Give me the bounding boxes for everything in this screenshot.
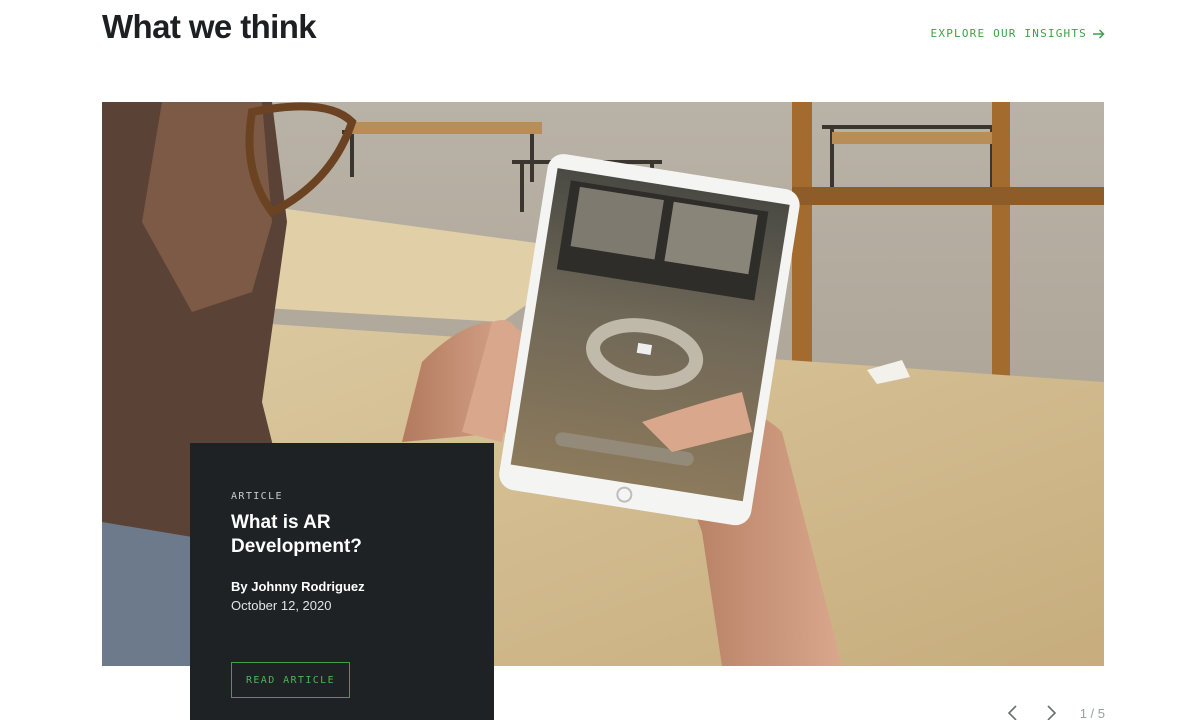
next-slide-button[interactable] bbox=[1032, 702, 1070, 720]
chevron-left-icon bbox=[1007, 705, 1017, 720]
explore-insights-link[interactable]: EXPLORE OUR INSIGHTS bbox=[931, 27, 1105, 40]
explore-insights-label: EXPLORE OUR INSIGHTS bbox=[930, 27, 1087, 40]
article-type-label: ARTICLE bbox=[231, 491, 283, 502]
featured-article-card: ARTICLE What is AR Development? By Johnn… bbox=[190, 443, 494, 720]
carousel-pager: 1 / 5 bbox=[994, 702, 1105, 720]
read-article-button[interactable]: READ ARTICLE bbox=[231, 662, 350, 698]
article-author: By Johnny Rodriguez bbox=[231, 579, 365, 594]
slide-counter: 1 / 5 bbox=[1079, 705, 1105, 720]
article-date: October 12, 2020 bbox=[231, 598, 332, 613]
section-title: What we think bbox=[102, 8, 317, 45]
article-title[interactable]: What is AR Development? bbox=[231, 511, 461, 559]
arrow-right-icon bbox=[1093, 28, 1105, 39]
prev-slide-button[interactable] bbox=[994, 702, 1032, 720]
chevron-right-icon bbox=[1047, 705, 1056, 720]
insights-section: What we think EXPLORE OUR INSIGHTS ARTIC… bbox=[0, 0, 1200, 720]
